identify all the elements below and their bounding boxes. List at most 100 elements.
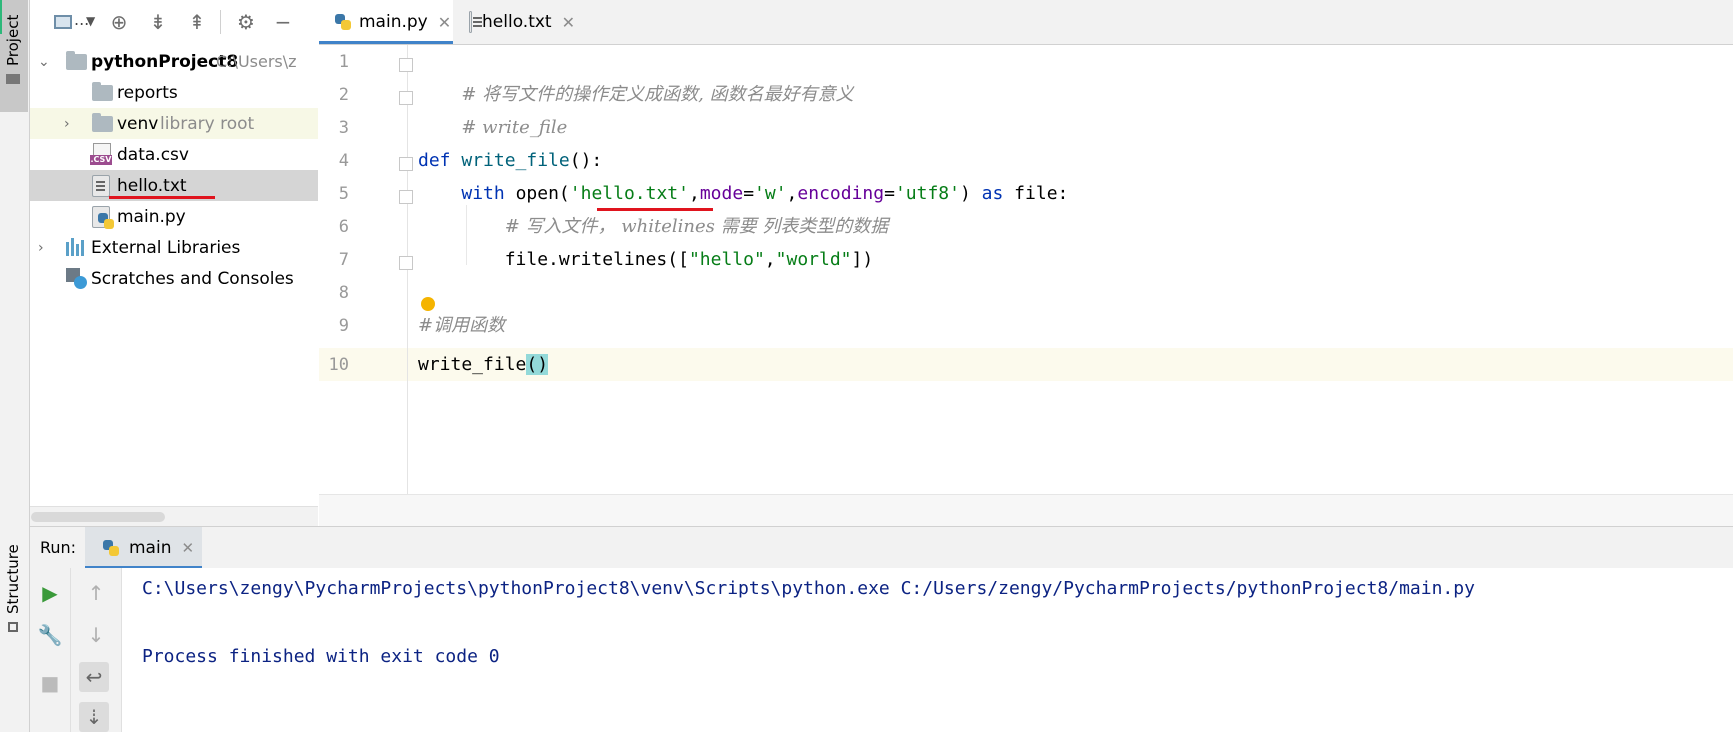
line-number: 5 xyxy=(338,184,349,204)
root-path: C:\Users\z xyxy=(216,52,297,71)
editor-horizontal-scrollbar[interactable] xyxy=(319,494,1733,527)
tree-item-label: Scratches and Consoles xyxy=(91,268,294,289)
csv-file-icon: .CSV xyxy=(90,143,112,165)
project-tool-label: Project xyxy=(4,14,22,66)
tree-item-data-csv[interactable]: .CSV data.csv xyxy=(30,139,318,170)
fold-marker-icon[interactable] xyxy=(399,157,413,171)
toolbar-divider xyxy=(220,10,221,34)
scrollbar-thumb[interactable] xyxy=(31,512,165,522)
locate-icon[interactable]: ⊕ xyxy=(106,9,132,35)
tree-item-hello-txt[interactable]: hello.txt xyxy=(30,170,318,201)
tab-main-py[interactable]: main.py ✕ xyxy=(319,0,453,44)
project-tree: ⌄ pythonProject8 C:\Users\z reports › ve… xyxy=(30,44,318,514)
expand-all-icon[interactable]: ⇟ xyxy=(145,9,171,35)
active-tab-indicator xyxy=(319,41,453,44)
python-logo-icon xyxy=(98,213,114,229)
tree-item-label: venv xyxy=(117,113,159,134)
run-toolbar-primary: ▶ 🔧 ■ xyxy=(30,568,71,732)
tree-item-label: External Libraries xyxy=(91,237,241,258)
code-line-7: file.writelines(["hello","world"]) xyxy=(504,249,874,270)
run-tab-label: main xyxy=(129,538,172,558)
tree-item-label: data.csv xyxy=(117,144,189,165)
rerun-play-icon[interactable]: ▶ xyxy=(35,578,65,608)
library-root-hint: library root xyxy=(160,113,255,134)
minimize-icon[interactable]: − xyxy=(270,9,296,35)
chevron-right-icon[interactable]: › xyxy=(64,116,70,132)
code-line-1: # 将写文件的操作定义成函数, 函数名最好有意义 xyxy=(461,84,854,105)
line-number: 6 xyxy=(338,217,349,237)
red-annotation-underline xyxy=(109,196,215,199)
tree-item-label: reports xyxy=(117,82,178,103)
editor-tab-bar: main.py ✕ hello.txt ✕ xyxy=(319,0,1733,45)
code-line-9: #调用函数 xyxy=(418,315,506,336)
fold-marker-icon[interactable] xyxy=(399,58,413,72)
folder-icon xyxy=(66,51,87,70)
folder-icon xyxy=(92,82,113,101)
line-number: 1 xyxy=(338,52,349,72)
tree-item-scratches[interactable]: Scratches and Consoles xyxy=(30,263,318,294)
editor-gutter: 1 2 3 4 5 6 7 8 9 10 xyxy=(319,45,408,494)
tab-label: hello.txt xyxy=(482,12,552,32)
line-number: 10 xyxy=(328,355,349,375)
tab-hello-txt[interactable]: hello.txt ✕ xyxy=(453,0,575,44)
tree-root-row[interactable]: ⌄ pythonProject8 C:\Users\z xyxy=(30,46,318,77)
collapse-all-icon[interactable]: ⇞ xyxy=(184,9,210,35)
line-number: 2 xyxy=(338,85,349,105)
line-number: 9 xyxy=(338,316,349,336)
lightbulb-icon[interactable] xyxy=(421,297,435,311)
close-icon[interactable]: ✕ xyxy=(438,13,451,32)
structure-tool-label: Structure xyxy=(4,544,22,614)
line-number: 3 xyxy=(338,118,349,138)
structure-tool-button[interactable]: Structure xyxy=(0,540,28,640)
tree-item-venv[interactable]: › venv library root xyxy=(30,108,318,139)
project-toolbar: ... ▼ ⊕ ⇟ ⇞ ⚙ − xyxy=(30,0,318,44)
arrow-down-icon[interactable]: ↓ xyxy=(81,620,111,650)
tree-item-main-py[interactable]: main.py xyxy=(30,201,318,232)
code-line-4: def write_file(): xyxy=(418,150,603,171)
arrow-up-icon[interactable]: ↑ xyxy=(81,578,111,608)
text-file-icon xyxy=(92,175,110,197)
stop-icon[interactable]: ■ xyxy=(35,668,65,698)
line-number: 7 xyxy=(338,250,349,270)
console-line: Process finished with exit code 0 xyxy=(142,646,500,667)
project-horizontal-scrollbar[interactable] xyxy=(30,506,318,527)
chevron-right-icon[interactable]: › xyxy=(38,240,44,256)
run-tab-main[interactable]: main ✕ xyxy=(85,527,202,569)
python-file-icon xyxy=(335,14,351,30)
current-line-highlight xyxy=(408,348,1733,381)
python-logo-icon xyxy=(103,540,119,556)
folder-icon xyxy=(92,113,113,132)
chevron-down-icon[interactable]: ⌄ xyxy=(38,54,50,70)
fold-marker-icon[interactable] xyxy=(399,190,413,204)
text-file-icon xyxy=(469,11,482,33)
tree-item-external-libraries[interactable]: › External Libraries xyxy=(30,232,318,263)
scroll-to-end-icon[interactable]: ⇣ xyxy=(79,702,109,732)
tree-item-label: main.py xyxy=(117,206,186,227)
close-icon[interactable]: ✕ xyxy=(181,539,194,557)
console-line: C:\Users\zengy\PycharmProjects\pythonPro… xyxy=(142,578,1475,599)
tree-item-label: hello.txt xyxy=(117,175,187,196)
code-editor[interactable]: # 将写文件的操作定义成函数, 函数名最好有意义 # write_file de… xyxy=(399,45,1733,494)
line-number: 8 xyxy=(338,283,349,303)
fold-marker-icon[interactable] xyxy=(399,91,413,105)
active-indicator xyxy=(0,0,2,34)
clock-icon xyxy=(74,276,87,289)
line-number: 4 xyxy=(338,151,349,171)
chevron-down-icon[interactable]: ▼ xyxy=(86,14,95,28)
tree-item-reports[interactable]: reports xyxy=(30,77,318,108)
project-tool-button[interactable]: Project xyxy=(0,0,28,112)
close-icon[interactable]: ✕ xyxy=(562,13,575,32)
code-line-2: # write_file xyxy=(461,117,568,138)
code-line-5: with open('hello.txt',mode='w',encoding=… xyxy=(461,183,1069,204)
soft-wrap-icon[interactable]: ↩ xyxy=(79,662,109,692)
gear-icon[interactable]: ⚙ xyxy=(233,9,259,35)
view-mode-icon[interactable] xyxy=(50,9,76,35)
wrench-icon[interactable]: 🔧 xyxy=(35,620,65,650)
library-icon xyxy=(66,238,86,256)
run-title: Run: xyxy=(40,538,77,557)
run-console[interactable]: C:\Users\zengy\PycharmProjects\pythonPro… xyxy=(122,568,1733,732)
fold-marker-icon[interactable] xyxy=(399,256,413,270)
code-line-6: # 写入文件， whitelines 需要 列表类型的数据 xyxy=(504,216,889,237)
run-panel-header: Run: main ✕ xyxy=(30,526,1733,569)
structure-icon xyxy=(8,622,18,632)
